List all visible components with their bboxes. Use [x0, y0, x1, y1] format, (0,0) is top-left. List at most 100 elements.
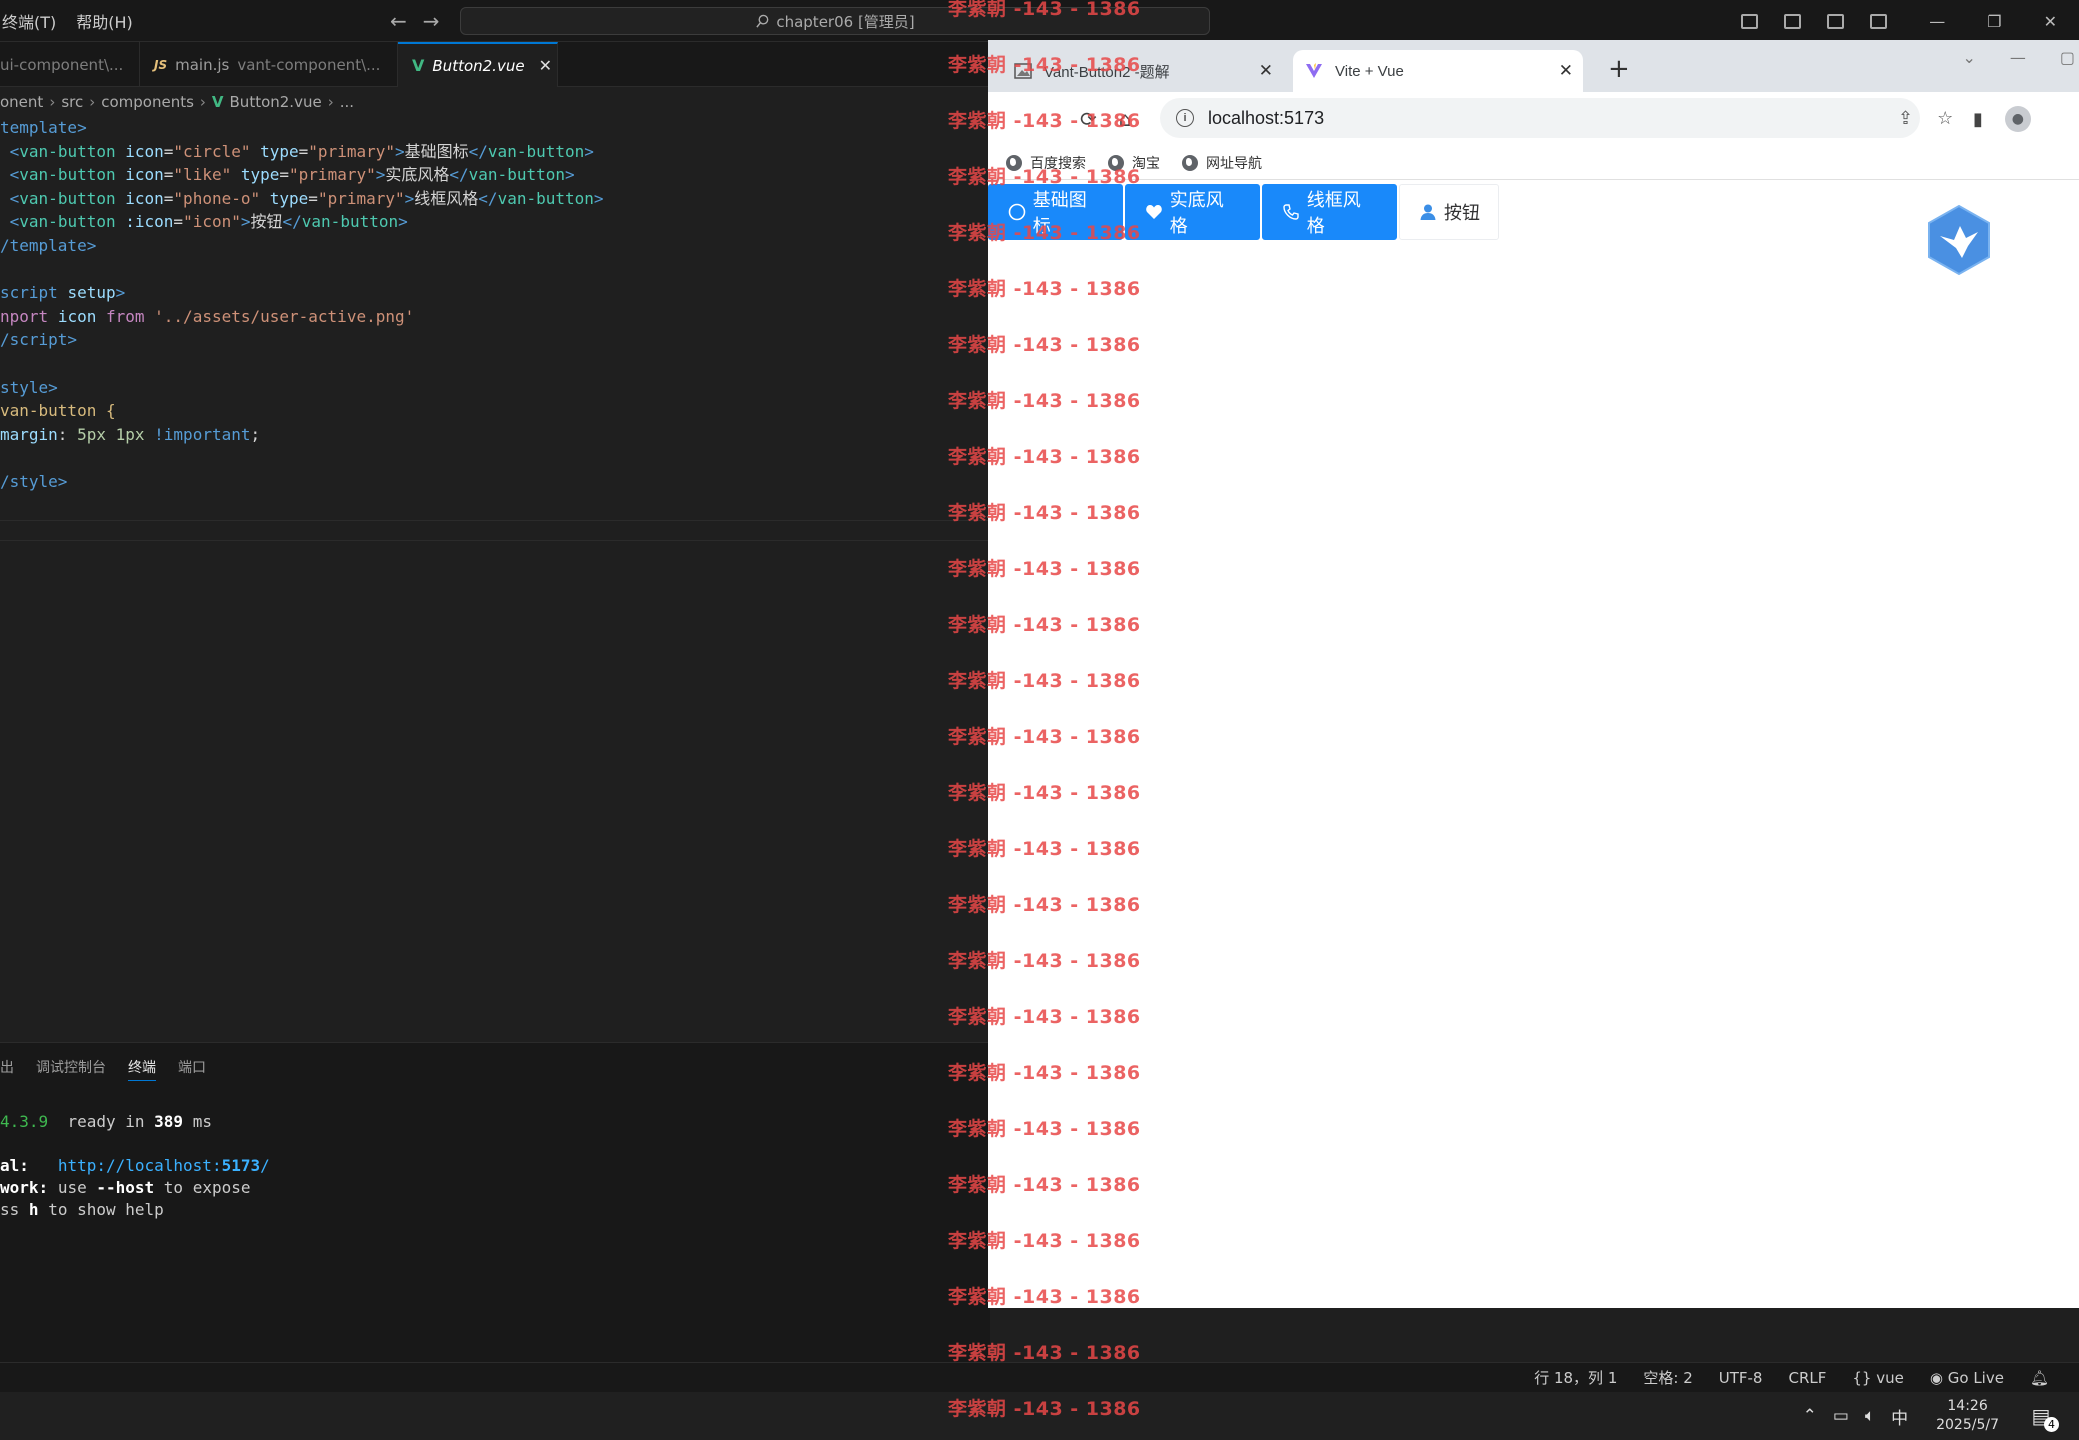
- menu-terminal[interactable]: 终端(T): [2, 9, 56, 33]
- chevron-down-icon[interactable]: ⌄: [1962, 48, 1975, 67]
- ime-indicator[interactable]: 中: [1891, 1404, 1908, 1429]
- toggle-sidebar-icon[interactable]: [1741, 13, 1759, 29]
- network-icon[interactable]: ▭: [1833, 1406, 1849, 1426]
- system-tray: ⌃ ▭ 🔈︎ 中: [1803, 1404, 1909, 1429]
- clock-time: 14:26: [1947, 1398, 1988, 1414]
- code-line: <van-button :icon="icon">按钮</van-button>: [9, 212, 408, 232]
- tab-ui-component[interactable]: ui-component\...: [0, 42, 140, 87]
- tab-output[interactable]: 出: [0, 1057, 14, 1081]
- code-line: <van-button icon="circle" type="primary"…: [9, 141, 594, 161]
- solid-style-button[interactable]: 实底风格: [1125, 184, 1260, 240]
- browser-tab-bar: Vant-Button2 -题解 ✕ Vite + Vue ✕ + ⌄ — ▢: [988, 40, 2079, 92]
- breadcrumb-item[interactable]: onent: [0, 93, 43, 111]
- clock[interactable]: 14:26 2025/5/7: [1936, 1397, 1999, 1435]
- close-tab-icon[interactable]: ✕: [539, 56, 552, 75]
- notification-icon[interactable]: ▤ 4: [2027, 1402, 2059, 1432]
- screen: 终端(T) 帮助(H) ← → chapter06 [管理员] — ❐ ✕ ui…: [0, 0, 2079, 1440]
- new-tab-icon[interactable]: +: [1608, 56, 1630, 82]
- bookmark-taobao[interactable]: 淘宝: [1108, 153, 1160, 173]
- browser-window: Vant-Button2 -题解 ✕ Vite + Vue ✕ + ⌄ — ▢ …: [988, 40, 2079, 1308]
- star-icon[interactable]: ☆: [1937, 108, 1953, 129]
- phone-icon: [1281, 202, 1301, 222]
- code-line: style>: [0, 377, 58, 397]
- chevron-up-icon[interactable]: ⌃: [1803, 1406, 1817, 1426]
- browser-tab-vite-vue[interactable]: Vite + Vue ✕: [1293, 50, 1583, 92]
- code-line: script setup>: [0, 283, 126, 303]
- status-language[interactable]: {} vue: [1852, 1369, 1904, 1387]
- restore-icon[interactable]: ❐: [1987, 12, 2001, 31]
- button-group: 基础图标 实底风格 线框风格 按钮: [988, 184, 1499, 240]
- button-label: 实底风格: [1169, 190, 1224, 236]
- tab-label: Button2.vue: [432, 56, 525, 75]
- tab-main-js[interactable]: JS main.js vant-component\...: [140, 42, 398, 87]
- code-editor[interactable]: template> <van-button icon="circle" type…: [0, 116, 990, 494]
- status-encoding[interactable]: UTF-8: [1719, 1369, 1763, 1387]
- close-tab-icon[interactable]: ✕: [1559, 61, 1573, 81]
- tab-debug-console[interactable]: 调试控制台: [36, 1057, 106, 1081]
- bird-logo-icon[interactable]: [1926, 204, 1992, 280]
- close-tab-icon[interactable]: ✕: [1259, 61, 1273, 81]
- search-icon: [756, 14, 769, 28]
- terminal-output[interactable]: 4.3.9 ready in 389 ms al: http://localho…: [0, 1081, 990, 1221]
- bookmark-baidu[interactable]: 百度搜索: [1006, 153, 1086, 173]
- home-icon[interactable]: ⌂: [1119, 107, 1132, 131]
- toggle-panel-icon[interactable]: [1784, 13, 1802, 29]
- command-center-text: chapter06 [管理员]: [776, 12, 915, 31]
- user-icon: [1418, 202, 1438, 222]
- panel-tabs: 出 调试控制台 终端 端口: [0, 1043, 990, 1081]
- reload-icon[interactable]: ⟳: [1080, 107, 1097, 131]
- address-bar[interactable]: i localhost:5173: [1160, 98, 1920, 138]
- profile-avatar-icon[interactable]: ●: [2004, 106, 2031, 132]
- toggle-secondary-sidebar-icon[interactable]: [1827, 13, 1845, 29]
- image-icon-button[interactable]: 按钮: [1399, 184, 1499, 240]
- code-line: /style>: [0, 471, 68, 491]
- title-bar: 终端(T) 帮助(H) ← → chapter06 [管理员] — ❐ ✕: [0, 0, 2079, 42]
- window-controls: — ❐ ✕: [1741, 0, 2079, 42]
- tab-label: main.js: [175, 55, 230, 74]
- like-icon: [1144, 202, 1164, 222]
- volume-icon[interactable]: 🔈︎: [1865, 1406, 1875, 1426]
- vite-logo-icon: [1305, 62, 1323, 80]
- button-label: 线框风格: [1306, 190, 1361, 236]
- menu-bar: 终端(T) 帮助(H): [0, 9, 133, 33]
- command-center[interactable]: chapter06 [管理员]: [460, 7, 1210, 35]
- bookmark-nav[interactable]: 网址导航: [1182, 153, 1262, 173]
- share-icon[interactable]: ⇪: [1898, 108, 1913, 129]
- chevron-right-icon: ›: [49, 93, 56, 111]
- globe-icon: [1182, 154, 1198, 171]
- breadcrumb-item[interactable]: components: [101, 93, 194, 111]
- tab-terminal[interactable]: 终端: [128, 1057, 156, 1081]
- breadcrumb-item[interactable]: ...: [340, 93, 354, 111]
- tab-label: ui-component\...: [0, 55, 124, 74]
- breadcrumb-item[interactable]: src: [61, 93, 83, 111]
- status-cursor-position[interactable]: 行 18，列 1: [1534, 1367, 1617, 1388]
- customize-layout-icon[interactable]: [1870, 13, 1888, 29]
- breadcrumb-item[interactable]: Button2.vue: [230, 93, 322, 111]
- browser-tab-vant-button2[interactable]: Vant-Button2 -题解 ✕: [1008, 50, 1283, 92]
- tab-ports[interactable]: 端口: [178, 1057, 206, 1081]
- status-indentation[interactable]: 空格: 2: [1643, 1367, 1692, 1388]
- info-icon[interactable]: i: [1176, 109, 1194, 127]
- basic-icon-button[interactable]: 基础图标: [988, 184, 1123, 240]
- bell-icon[interactable]: 🔔︎: [2030, 1369, 2049, 1387]
- status-eol[interactable]: CRLF: [1788, 1369, 1826, 1387]
- globe-icon: [1108, 154, 1124, 171]
- divider: [0, 540, 990, 541]
- code-line: <van-button icon="phone-o" type="primary…: [9, 188, 604, 208]
- browser-window-controls: ⌄ — ▢: [1962, 48, 2079, 67]
- tab-button2-vue[interactable]: V Button2.vue ✕: [398, 42, 558, 87]
- forward-arrow-icon[interactable]: →: [423, 10, 440, 32]
- minimize-icon[interactable]: —: [2010, 48, 2026, 67]
- menu-help[interactable]: 帮助(H): [76, 9, 133, 33]
- status-golive[interactable]: ◉ Go Live: [1930, 1369, 2004, 1387]
- vue-file-icon: V: [211, 93, 224, 111]
- restore-icon[interactable]: ▢: [2060, 48, 2075, 67]
- page-favicon-icon: [1014, 62, 1032, 80]
- side-panel-icon[interactable]: ▮: [1973, 109, 1983, 130]
- outline-style-button[interactable]: 线框风格: [1262, 184, 1397, 240]
- back-arrow-icon[interactable]: ←: [390, 10, 407, 32]
- minimize-icon[interactable]: —: [1929, 12, 1945, 31]
- close-window-icon[interactable]: ✕: [2044, 12, 2057, 31]
